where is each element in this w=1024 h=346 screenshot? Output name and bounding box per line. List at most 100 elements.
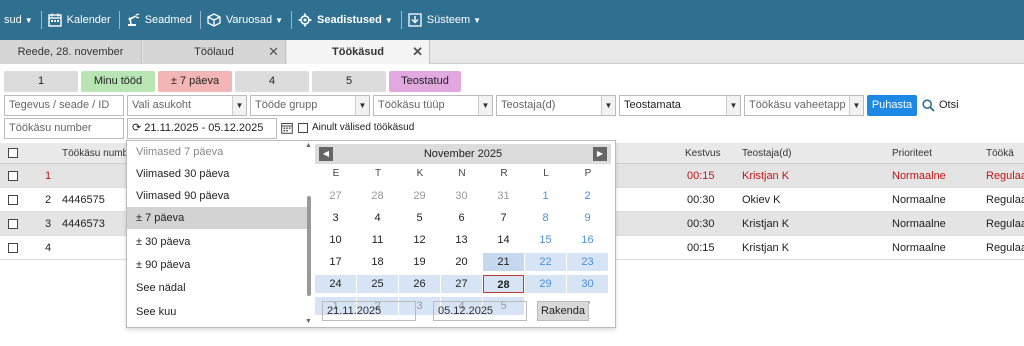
calendar-day[interactable]: 18 [357, 253, 398, 271]
calendar-day[interactable]: 26 [399, 275, 440, 293]
close-icon[interactable]: ✕ [412, 40, 423, 64]
nav-item-settings[interactable]: Seadistused ▼ [292, 0, 401, 40]
calendar-day[interactable]: 8 [525, 209, 566, 227]
calendar-day[interactable]: 13 [441, 231, 482, 249]
tab-work-orders[interactable]: Töökäsud ✕ [287, 40, 430, 64]
chevron-down-icon: ▼ [473, 15, 482, 25]
column-header-number[interactable]: Töökäsu numbe [62, 143, 134, 164]
calendar-day[interactable]: 27 [441, 275, 482, 293]
nav-item-spare-parts[interactable]: Varuosad ▼ [201, 0, 291, 40]
row-checkbox[interactable] [8, 171, 18, 182]
calendar-day[interactable]: 29 [525, 275, 566, 293]
column-header-type[interactable]: Töökä [986, 143, 1014, 164]
range-option[interactable]: ± 30 päeva [127, 231, 307, 253]
date-range-input[interactable]: ⟳ 21.11.2025 - 05.12.2025 [127, 118, 277, 139]
calendar-day[interactable]: 10 [315, 231, 356, 249]
column-header-duration[interactable]: Kestvus [685, 143, 721, 164]
calendar-icon[interactable] [281, 122, 293, 134]
filter-button-completed[interactable]: Teostatud [389, 71, 461, 92]
calendar-day[interactable]: 14 [483, 231, 524, 249]
end-date-input[interactable]: 05.12.2025 [433, 301, 527, 321]
column-header-performer[interactable]: Teostaja(d) [742, 143, 791, 164]
range-option[interactable]: Viimased 90 päeva [127, 185, 307, 207]
row-checkbox[interactable] [8, 195, 18, 206]
filter-button-plus-minus-7-days[interactable]: ± 7 päeva [158, 71, 232, 92]
scroll-down-icon[interactable]: ▼ [305, 318, 312, 325]
calendar-day[interactable]: 22 [525, 253, 566, 271]
calendar-day[interactable]: 6 [441, 209, 482, 227]
previous-month-icon[interactable]: ◀ [319, 147, 333, 161]
start-date-input[interactable]: 21.11.2025 [322, 301, 416, 321]
calendar-day[interactable]: 4 [357, 209, 398, 227]
calendar-day[interactable]: 24 [315, 275, 356, 293]
filter-button-my-jobs[interactable]: Minu tööd [81, 71, 155, 92]
location-select[interactable]: Vali asukoht ▼ [127, 95, 247, 116]
calendar-day[interactable]: 7 [483, 209, 524, 227]
calendar-day[interactable]: 21 [483, 253, 524, 271]
filter-button-5[interactable]: 5 [312, 71, 386, 92]
input-placeholder: Teostaja(d) [501, 99, 556, 111]
apply-button[interactable]: Rakenda [537, 301, 589, 321]
range-option[interactable]: Viimased 30 päeva [127, 163, 307, 185]
nav-item-system[interactable]: Süsteem ▼ [402, 0, 489, 40]
scroll-up-icon[interactable]: ▲ [305, 142, 312, 149]
column-header-priority[interactable]: Prioriteet [892, 143, 932, 164]
calendar-day[interactable]: 3 [315, 209, 356, 227]
filter-button-1[interactable]: 1 [4, 71, 78, 92]
calendar-day[interactable]: 19 [399, 253, 440, 271]
search-button[interactable]: Otsi [922, 95, 959, 116]
calendar-day[interactable]: 1 [525, 187, 566, 205]
row-type: Regulaa [986, 218, 1024, 230]
work-order-number-input[interactable]: Töökäsu number [4, 118, 124, 139]
work-order-type-select[interactable]: Töökäsu tüüp ▼ [373, 95, 493, 116]
calendar-day[interactable]: 28 [357, 187, 398, 205]
tab-dashboard[interactable]: Töölaud ✕ [143, 40, 286, 64]
scrollbar[interactable] [307, 196, 311, 296]
performer-select[interactable]: Teostaja(d) ▼ [496, 95, 616, 116]
status-select[interactable]: Teostamata ▼ [619, 95, 741, 116]
calendar-day[interactable]: 15 [525, 231, 566, 249]
row-checkbox[interactable] [8, 219, 18, 230]
calendar-day[interactable]: 12 [399, 231, 440, 249]
calendar-day[interactable]: 25 [357, 275, 398, 293]
calendar-day[interactable]: 29 [399, 187, 440, 205]
calendar-day[interactable]: 11 [357, 231, 398, 249]
row-checkbox[interactable] [8, 243, 18, 254]
chevron-down-icon: ▼ [478, 96, 492, 115]
nav-item-devices[interactable]: Seadmed [120, 0, 200, 40]
calendar-day[interactable]: 31 [483, 187, 524, 205]
work-group-select[interactable]: Tööde grupp ▼ [250, 95, 370, 116]
calendar-day[interactable]: 28 [483, 275, 524, 293]
calendar-day[interactable]: 2 [567, 187, 608, 205]
nav-item-toolist[interactable]: sud ▼ [0, 0, 41, 40]
calendar-day[interactable]: 27 [315, 187, 356, 205]
range-option[interactable]: See nädal [127, 277, 307, 299]
next-month-icon[interactable]: ▶ [593, 147, 607, 161]
row-performer: Kristjan K [742, 242, 790, 254]
calendar-day[interactable]: 5 [399, 209, 440, 227]
activity-search-input[interactable]: Tegevus / seade / ID [4, 95, 124, 116]
calendar-day[interactable]: 23 [567, 253, 608, 271]
row-type: Regulaa [986, 194, 1024, 206]
select-all-checkbox[interactable] [8, 148, 18, 159]
range-option[interactable]: See kuu [127, 301, 307, 323]
close-icon[interactable]: ✕ [268, 40, 279, 64]
calendar-day[interactable]: 20 [441, 253, 482, 271]
filter-button-4[interactable]: 4 [235, 71, 309, 92]
calendar-day[interactable]: 9 [567, 209, 608, 227]
tab-date[interactable]: Reede, 28. november [0, 40, 142, 64]
calendar-day[interactable]: 17 [315, 253, 356, 271]
checkbox[interactable] [298, 122, 308, 133]
clear-button[interactable]: Puhasta [867, 95, 917, 116]
range-option[interactable]: Viimased 7 päeva [127, 141, 307, 163]
nav-item-calendar[interactable]: Kalender [42, 0, 119, 40]
row-index: 2 [45, 194, 52, 206]
calendar-day[interactable]: 30 [567, 275, 608, 293]
tab-label: Töölaud [194, 46, 234, 58]
range-option[interactable]: ± 90 päeva [127, 254, 307, 276]
calendar-day[interactable]: 16 [567, 231, 608, 249]
external-only-checkbox[interactable]: Ainult välised töökäsud [298, 122, 414, 133]
range-option-selected[interactable]: ± 7 päeva [127, 207, 307, 229]
work-stage-select[interactable]: Töökäsu vaheetapp ▼ [744, 95, 864, 116]
calendar-day[interactable]: 30 [441, 187, 482, 205]
